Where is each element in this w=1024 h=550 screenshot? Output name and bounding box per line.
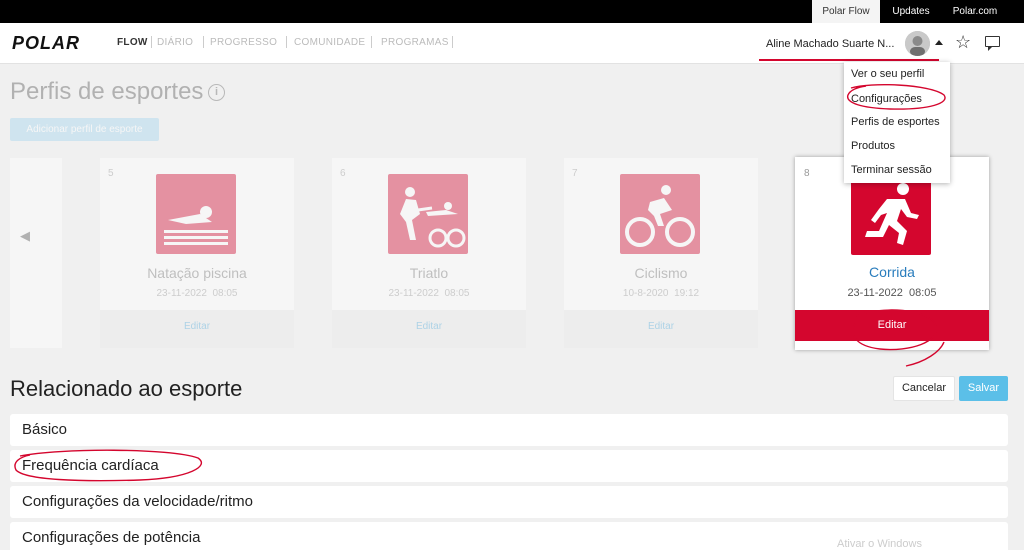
polar-logo[interactable]: POLAR [12,33,104,53]
card-sport-name: Corrida [869,264,915,280]
svg-text:POLAR: POLAR [12,33,80,53]
card-sport-name: Ciclismo [634,265,688,281]
info-icon[interactable]: i [208,84,225,101]
section-basic[interactable]: Básico [10,414,1008,446]
nav-item-flow[interactable]: FLOW [117,37,148,48]
cycling-icon [620,174,700,254]
chat-icon[interactable] [985,36,1000,51]
nav-item-comunidade[interactable]: COMUNIDADE [294,37,365,48]
card-date: 23-11-2022 08:05 [388,288,470,299]
running-icon [851,175,931,255]
menu-item-sport-profiles[interactable]: Perfis de esportes [851,116,940,128]
card-number: 6 [340,168,346,179]
caret-up-icon[interactable] [935,40,943,45]
carousel-prev-icon[interactable]: ◀ [20,228,30,244]
nav-separator [371,36,372,48]
nav-separator [203,36,204,48]
top-bar: Polar Flow Updates Polar.com [0,0,1024,23]
swimming-icon [156,174,236,254]
sport-card-partial [10,158,62,348]
sport-card-ciclismo[interactable]: 7 Ciclismo 10-8-2020 19:12 Editar [564,158,758,348]
nav-separator [151,36,152,48]
main-nav: POLAR FLOW DIÁRIO PROGRESSO COMUNIDADE P… [0,23,1024,64]
sport-card-triatlo[interactable]: 6 Triatlo 23-11-2022 08:05 Editar [332,158,526,348]
user-name[interactable]: Aline Machado Suarte N... [766,38,894,50]
sport-card-corrida[interactable]: 8 Corrida 23-11-2022 08:05 Editar [795,157,989,350]
cancel-button[interactable]: Cancelar [893,376,955,401]
menu-item-products[interactable]: Produtos [851,140,895,152]
nav-separator [452,36,453,48]
menu-item-view-profile[interactable]: Ver o seu perfil [851,68,924,80]
nav-item-programas[interactable]: PROGRAMAS [381,37,449,48]
windows-activation-watermark: Ativar o Windows [837,538,922,550]
topbar-link-polar-com[interactable]: Polar.com [942,0,1008,23]
triathlon-icon [388,174,468,254]
user-menu-dropdown: Ver o seu perfil Configurações Perfis de… [844,62,950,183]
section-heart-rate[interactable]: Frequência cardíaca [10,450,1008,482]
card-sport-name: Natação piscina [147,265,247,281]
edit-button[interactable]: Editar [795,310,989,341]
user-name-annotation-underline [759,59,939,61]
add-sport-profile-button[interactable]: Adicionar perfil de esporte [10,118,159,141]
page-title: Perfis de esportes [10,78,204,105]
edit-button[interactable]: Editar [564,310,758,348]
nav-item-progresso[interactable]: PROGRESSO [210,37,277,48]
card-sport-name: Triatlo [409,265,449,281]
nav-separator [286,36,287,48]
card-number: 8 [804,168,810,179]
save-button[interactable]: Salvar [959,376,1008,401]
menu-item-settings[interactable]: Configurações [851,93,922,105]
card-date: 23-11-2022 08:05 [847,287,937,299]
avatar[interactable] [905,31,930,56]
topbar-link-updates[interactable]: Updates [880,0,942,23]
topbar-link-polar-flow[interactable]: Polar Flow [812,0,880,23]
card-number: 5 [108,168,114,179]
edit-button[interactable]: Editar [332,310,526,348]
star-icon[interactable]: ☆ [955,32,971,52]
section-speed-pace[interactable]: Configurações da velocidade/ritmo [10,486,1008,518]
nav-item-diario[interactable]: DIÁRIO [157,37,193,48]
menu-item-logout[interactable]: Terminar sessão [851,164,932,176]
sport-card-natacao[interactable]: 5 Natação piscina 23-11-2022 08:05 Edita… [100,158,294,348]
card-date: 10-8-2020 19:12 [622,288,700,299]
edit-button[interactable]: Editar [100,310,294,348]
card-number: 7 [572,168,578,179]
card-date: 23-11-2022 08:05 [156,288,238,299]
section-title: Relacionado ao esporte [10,376,243,401]
